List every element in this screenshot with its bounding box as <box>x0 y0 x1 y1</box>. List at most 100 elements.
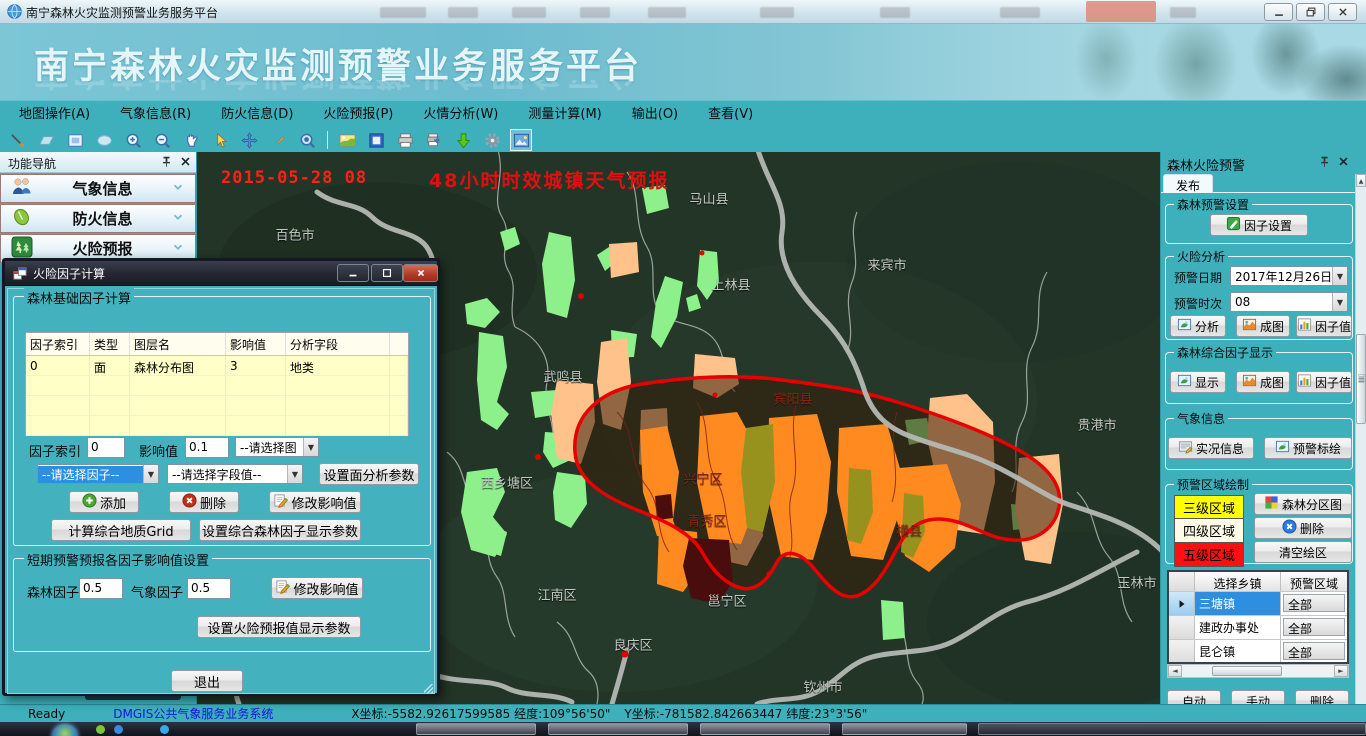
pencil-icon[interactable] <box>6 129 28 151</box>
menu-item-7[interactable]: 输出(O) <box>617 101 693 129</box>
zoom-extent-icon[interactable] <box>296 129 318 151</box>
factor-table-row[interactable] <box>26 396 408 416</box>
menu-item-2[interactable]: 气象信息(R) <box>105 101 206 129</box>
township-row[interactable]: 三塘镇全部 <box>1169 592 1347 616</box>
fire-factor-dialog[interactable]: 火险因子计算 森林基础因子计算 因子索引类型图层名影响值分析字段0面森林分布图3… <box>2 258 440 696</box>
download-arrow-icon[interactable] <box>452 129 474 151</box>
factor-value-button[interactable]: 因子值 <box>1296 315 1352 337</box>
warning-plot-button[interactable]: 预警标绘 <box>1264 437 1352 459</box>
move-cross-icon[interactable] <box>238 129 260 151</box>
delete-area-button[interactable]: 删除 <box>1254 517 1352 539</box>
factor-table-row[interactable] <box>26 376 408 396</box>
taskbar-app-button[interactable] <box>548 723 688 735</box>
ellipse-icon[interactable] <box>93 129 115 151</box>
layer-select[interactable]: --请选择图▼ <box>235 437 319 457</box>
township-table[interactable]: 选择乡镇预警区域三塘镇全部建政办事处全部昆仑镇全部 <box>1167 570 1349 664</box>
resize-grip[interactable] <box>424 684 433 693</box>
zoom-out-icon[interactable] <box>151 129 173 151</box>
weather-factor-input[interactable]: 0.5 <box>187 578 231 599</box>
menu-item-8[interactable]: 查看(V) <box>693 101 768 129</box>
nav-item-2[interactable]: 防火信息 <box>0 204 196 233</box>
area-select-button[interactable]: 全部 <box>1283 618 1345 636</box>
taskbar-app-button[interactable] <box>842 723 967 735</box>
dialog-close-button[interactable] <box>403 264 438 282</box>
set-forest-display-button[interactable]: 设置综合森林因子显示参数 <box>199 519 361 541</box>
modify-impact-button-2[interactable]: 修改影响值 <box>271 577 363 599</box>
township-table-hscrollbar[interactable]: ◄ ► <box>1167 664 1349 678</box>
scroll-left-arrow[interactable]: ◄ <box>1168 665 1182 677</box>
forest-factor-input[interactable]: 0.5 <box>79 578 123 599</box>
warning-time-select[interactable]: 08▼ <box>1230 292 1348 312</box>
calc-grid-button[interactable]: 计算综合地质Grid <box>51 519 191 541</box>
factor-table[interactable]: 因子索引类型图层名影响值分析字段0面森林分布图3地类 <box>25 332 409 436</box>
dialog-minimize-button[interactable] <box>337 264 369 282</box>
modify-impact-button[interactable]: 修改影响值 <box>269 491 361 513</box>
dialog-maximize-button[interactable] <box>371 264 403 282</box>
taskbar-icon[interactable] <box>96 725 105 734</box>
pin-icon[interactable] <box>160 155 173 171</box>
set-fire-display-button[interactable]: 设置火险预报值显示参数 <box>197 616 361 638</box>
menu-item-1[interactable]: 地图操作(A) <box>4 101 105 129</box>
scrollbar-thumb[interactable] <box>1356 334 1366 424</box>
live-info-button[interactable]: 实况信息 <box>1168 437 1254 459</box>
document-icon[interactable] <box>365 129 387 151</box>
factor-table-row[interactable] <box>26 416 408 436</box>
rectangle-icon[interactable] <box>64 129 86 151</box>
menu-item-3[interactable]: 防火信息(D) <box>206 101 308 129</box>
printer-icon[interactable] <box>394 129 416 151</box>
paintbrush-icon[interactable] <box>267 129 289 151</box>
set-area-params-button[interactable]: 设置面分析参数 <box>319 463 419 485</box>
impact-input[interactable]: 0.1 <box>185 437 229 458</box>
warning-date-select[interactable]: 2017年12月26日▼ <box>1230 266 1348 286</box>
warning-level-3[interactable]: 三级区域 <box>1174 495 1244 519</box>
field-value-select[interactable]: --请选择字段值--▼ <box>167 464 303 484</box>
select-arrow-icon[interactable] <box>209 129 231 151</box>
forest-zone-map-button[interactable]: 森林分区图 <box>1254 493 1352 515</box>
clear-area-button[interactable]: 清空绘区 <box>1254 541 1352 563</box>
nav-item-1[interactable]: 气象信息 <box>0 174 196 203</box>
restore-button[interactable] <box>1296 3 1325 21</box>
taskbar-tray-area[interactable] <box>978 723 1366 735</box>
scroll-up-arrow[interactable]: ▲ <box>1356 174 1366 187</box>
map-generate-button[interactable]: 成图 <box>1236 315 1290 337</box>
township-row[interactable]: 昆仑镇全部 <box>1169 640 1347 664</box>
start-button[interactable] <box>52 724 78 736</box>
area-select-button[interactable]: 全部 <box>1283 594 1345 612</box>
map-generate-button-2[interactable]: 成图 <box>1236 371 1290 393</box>
menu-item-6[interactable]: 测量计算(M) <box>513 101 616 129</box>
minimize-button[interactable] <box>1264 3 1293 21</box>
close-icon[interactable] <box>179 155 192 171</box>
display-button[interactable]: 显示 <box>1170 371 1226 393</box>
analyze-button[interactable]: 分析 <box>1170 315 1226 337</box>
printer-export-icon[interactable] <box>423 129 445 151</box>
scroll-right-arrow[interactable]: ► <box>1334 665 1348 677</box>
picture-icon[interactable] <box>510 129 532 151</box>
tab-publish[interactable]: 发布 <box>1163 174 1213 193</box>
warning-level-4[interactable]: 四级区域 <box>1174 519 1244 543</box>
warning-level-5[interactable]: 五级区域 <box>1174 543 1244 567</box>
polygon-icon[interactable] <box>35 129 57 151</box>
taskbar-icon[interactable] <box>114 725 123 734</box>
close-button[interactable] <box>1328 3 1357 21</box>
close-icon[interactable] <box>1337 155 1350 172</box>
factor-settings-button[interactable]: 因子设置 <box>1210 214 1308 236</box>
delete-button[interactable]: 删除 <box>169 491 239 513</box>
dialog-title-bar[interactable]: 火险因子计算 <box>5 261 437 286</box>
internet-explorer-icon[interactable] <box>160 725 169 734</box>
factor-table-row[interactable]: 0面森林分布图3地类 <box>26 356 408 376</box>
pin-icon[interactable] <box>1318 155 1331 172</box>
pan-hand-icon[interactable] <box>180 129 202 151</box>
factor-value-button-2[interactable]: 因子值 <box>1296 371 1352 393</box>
factor-index-input[interactable]: 0 <box>87 437 125 458</box>
panel-vscrollbar[interactable]: ▲ <box>1355 174 1366 704</box>
taskbar-app-button[interactable] <box>416 723 536 735</box>
exit-button[interactable]: 退出 <box>171 670 243 692</box>
scrollbar-thumb[interactable] <box>1212 666 1282 676</box>
gear-icon[interactable] <box>481 129 503 151</box>
zoom-in-icon[interactable] <box>122 129 144 151</box>
menu-item-4[interactable]: 火险预报(P) <box>308 101 408 129</box>
add-button[interactable]: 添加 <box>69 491 139 513</box>
menu-item-5[interactable]: 火情分析(W) <box>408 101 513 129</box>
taskbar-app-button[interactable] <box>700 723 830 735</box>
map-image-icon[interactable] <box>336 129 358 151</box>
